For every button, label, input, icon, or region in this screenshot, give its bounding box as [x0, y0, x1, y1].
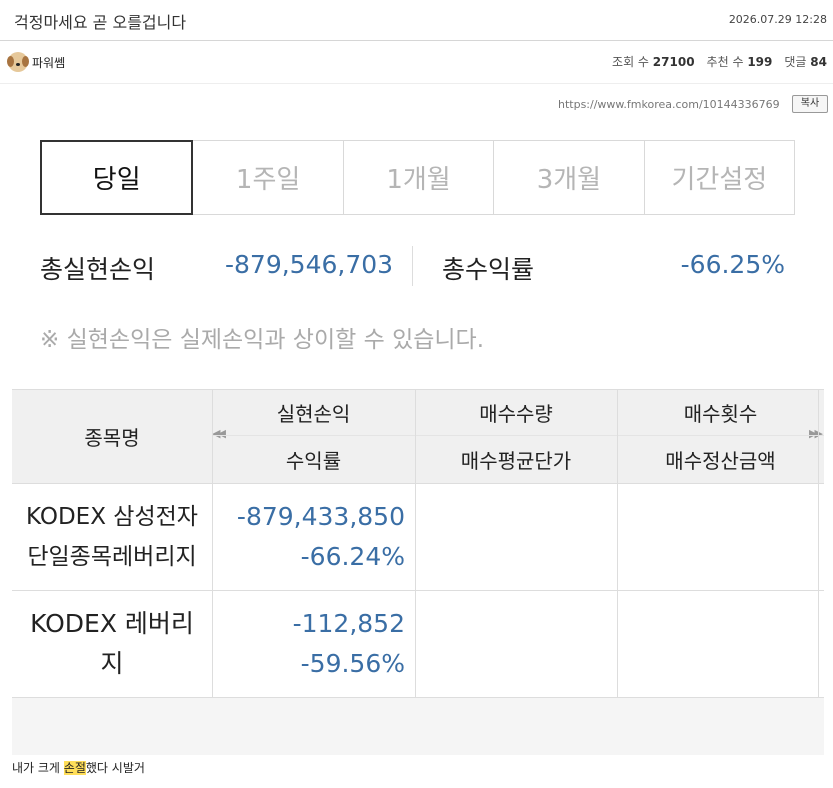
post-url[interactable]: https://www.fmkorea.com/10144336769 [558, 98, 780, 111]
total-return-value: -66.25% [680, 250, 785, 279]
table-footer [12, 697, 824, 755]
copy-url-button[interactable]: 복사 [792, 95, 828, 113]
table-row-name: KODEX 삼성전자 단일종목레버리지 [26, 503, 198, 570]
post-stats: 조회 수 27100 추천 수 199 댓글 84 [612, 53, 827, 70]
header-buy-avg: 매수평균단가 [415, 435, 617, 483]
tab-today: 당일 [40, 140, 194, 215]
post-title: 걱정마세요 곧 오를겁니다 [14, 13, 187, 32]
header-buy-qty: 매수수량 [415, 389, 617, 435]
pnl-notice: ※ 실현손익은 실제손익과 상이할 수 있습니다. [40, 327, 485, 353]
header-name: 종목명 [12, 389, 212, 483]
post-meta: 파워쎔 조회 수 27100 추천 수 199 댓글 84 [0, 41, 833, 84]
pnl-summary: 총실현손익 -879,546,703 총수익률 -66.25% [40, 246, 795, 286]
highlighted-word: 손절 [63, 761, 86, 775]
tab-1week: 1주일 [193, 140, 344, 215]
post-body-text: 내가 크게 손절했다 시발거 [12, 761, 145, 775]
tab-3month: 3개월 [494, 140, 645, 215]
comments-stat[interactable]: 댓글 84 [784, 53, 827, 70]
header-buy-count: 매수횟수 [617, 389, 824, 435]
author-name[interactable]: 파워쎔 [32, 54, 65, 71]
header-return: 수익률 [212, 435, 415, 483]
table-row-pnl: -879,433,850 -66.24% [236, 501, 405, 571]
table-row-pnl: -112,852 -59.56% [292, 608, 405, 678]
total-pnl-value: -879,546,703 [225, 250, 394, 279]
puppy-avatar-icon [7, 52, 29, 72]
tab-custom-period: 기간설정 [644, 140, 796, 215]
header-buy-amount: 매수정산금액 [617, 435, 824, 483]
post-header: 걱정마세요 곧 오를겁니다 2026.07.29 12:28 [0, 0, 833, 41]
period-tabs: 당일 1주일 1개월 3개월 기간설정 [40, 140, 796, 215]
total-pnl-label: 총실현손익 [40, 255, 156, 284]
post-datetime: 2026.07.29 12:28 [728, 13, 827, 26]
scroll-left-icon: ◀◀ [212, 427, 226, 440]
author[interactable]: 파워쎔 [7, 52, 65, 72]
total-return-label: 총수익률 [442, 255, 535, 284]
recommend-stat: 추천 수 199 [706, 55, 773, 69]
table-row-name: KODEX 레버리 지 [30, 608, 194, 678]
views-stat: 조회 수 27100 [612, 55, 695, 69]
tab-1month: 1개월 [343, 140, 495, 215]
summary-divider [412, 246, 413, 286]
header-pnl: 실현손익 [212, 389, 415, 435]
